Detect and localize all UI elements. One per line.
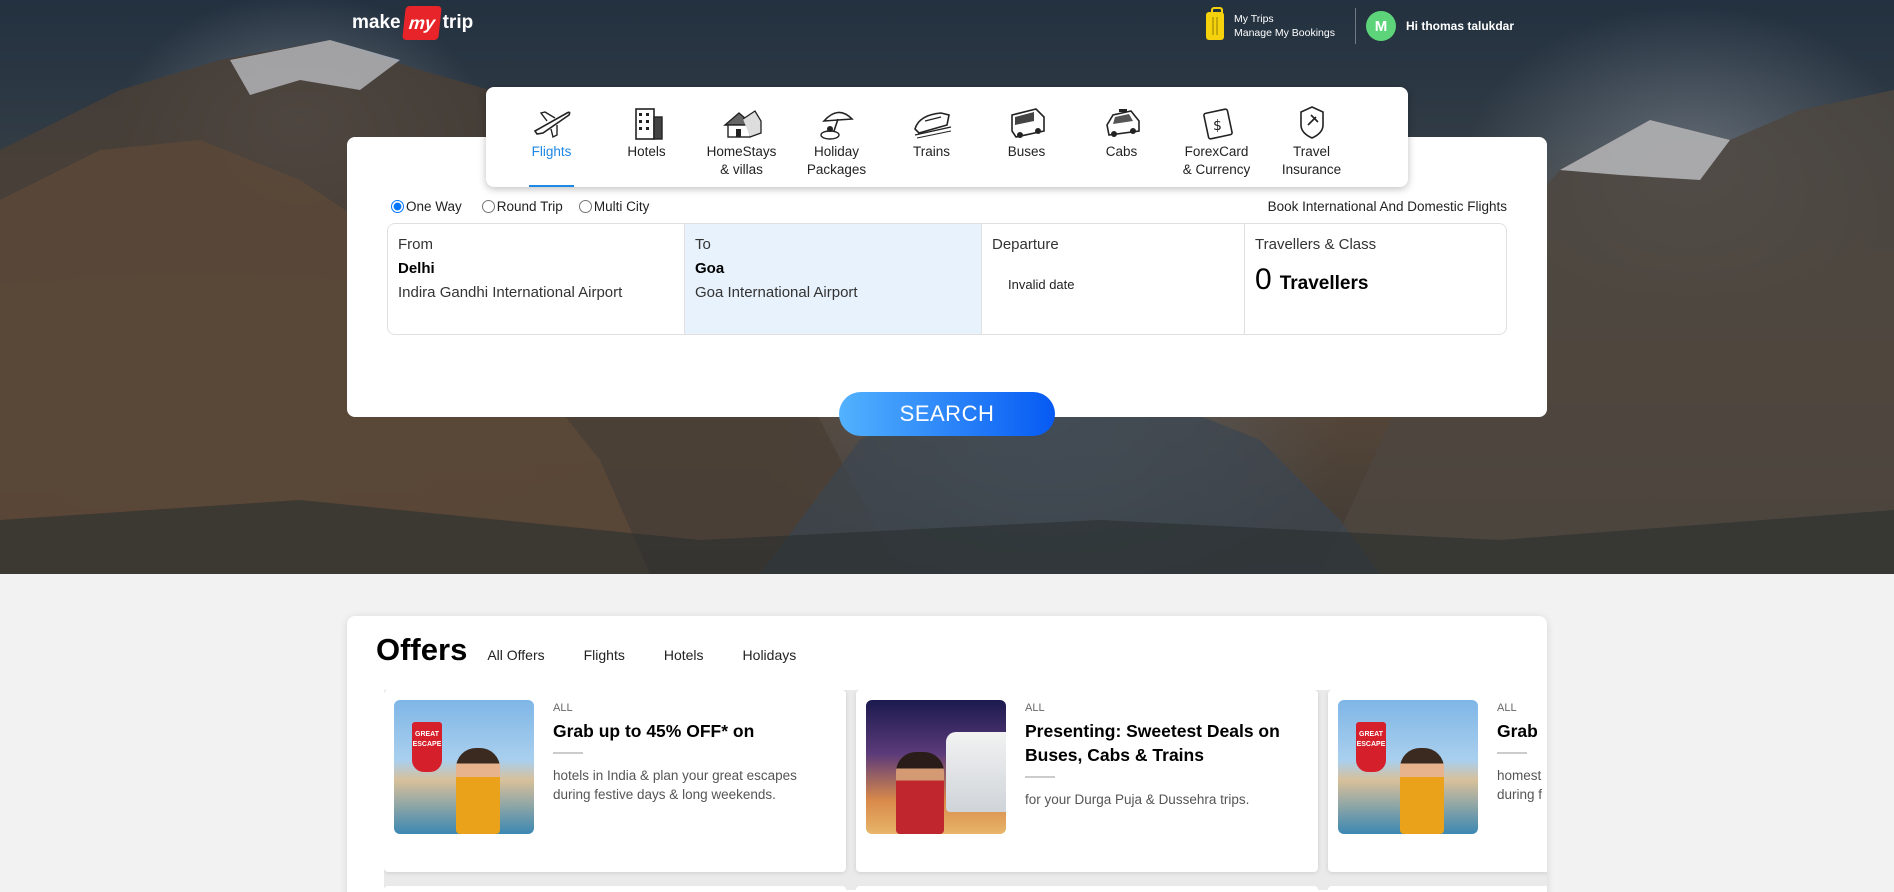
makemytrip-logo[interactable]: make my trip [352, 6, 473, 40]
search-fields: From Delhi Indira Gandhi International A… [387, 223, 1507, 335]
avatar: M [1365, 11, 1396, 41]
user-menu[interactable]: M Hi thomas talukdar [1365, 11, 1515, 41]
offer-title: Presenting: Sweetest Deals on Buses, Cab… [1025, 721, 1280, 765]
offer-tag: ALL [1025, 702, 1045, 714]
nav-holidays-label: Holiday Packages [806, 144, 867, 177]
forex-icon: $ [1202, 108, 1233, 140]
from-label: From [398, 236, 433, 253]
offer-card-next-row [384, 886, 846, 890]
offers-header: Offers All Offers Flights Hotels Holiday… [376, 632, 835, 668]
logo-trip-text: trip [442, 12, 474, 33]
logo-my-badge: my [401, 6, 442, 40]
bus-icon [1010, 108, 1045, 138]
offer-tag: ALL [1497, 702, 1517, 714]
nav-trains-label: Trains [912, 144, 950, 159]
offer-card-next-row [1328, 886, 1547, 890]
offer-title: Grab [1497, 721, 1538, 741]
svg-text:$: $ [1213, 118, 1222, 134]
my-trips-link[interactable]: My Trips Manage My Bookings [1206, 7, 1356, 44]
offer-card[interactable]: ALL Grab homest during f [1328, 690, 1547, 872]
offer-description: hotels in India & plan your great escape… [553, 768, 797, 802]
nav-homestays[interactable]: HomeStays & villas [694, 87, 789, 187]
great-escape-offer-image [394, 700, 534, 834]
round-trip-label: Round Trip [496, 199, 563, 214]
nav-flights[interactable]: Flights [504, 87, 599, 187]
nav-trains[interactable]: Trains [884, 87, 979, 187]
manage-bookings-label: Manage My Bookings [1234, 27, 1335, 39]
nav-forex[interactable]: $ ForexCard & Currency [1169, 87, 1264, 187]
nav-buses[interactable]: Buses [979, 87, 1074, 187]
nav-insurance-label: Travel Insurance [1281, 144, 1342, 177]
product-nav: Flights Hotels HomeStays & villas Holida… [486, 87, 1408, 187]
offers-section: Offers All Offers Flights Hotels Holiday… [347, 616, 1547, 892]
user-greeting: Hi thomas talukdar [1405, 19, 1515, 33]
hotel-icon [634, 108, 663, 140]
offer-divider [553, 752, 583, 754]
nav-hotels[interactable]: Hotels [599, 87, 694, 187]
nav-forex-label: ForexCard & Currency [1182, 144, 1251, 177]
offers-carousel[interactable]: ALL Grab up to 45% OFF* on hotels in Ind… [384, 690, 1547, 890]
multi-city-radio[interactable] [578, 200, 592, 213]
tab-hotels[interactable]: Hotels [664, 647, 704, 663]
offer-card-next-row [856, 886, 1318, 890]
from-field[interactable]: From Delhi Indira Gandhi International A… [388, 224, 685, 334]
tab-holidays[interactable]: Holidays [743, 647, 797, 663]
to-airport: Goa International Airport [695, 284, 858, 301]
suitcase-icon [1206, 7, 1224, 40]
to-field[interactable]: To Goa Goa International Airport [685, 224, 982, 334]
insurance-icon [1299, 106, 1324, 139]
offer-title: Grab up to 45% OFF* on [553, 721, 755, 741]
to-label: To [695, 236, 711, 253]
travellers-text: Travellers [1279, 273, 1369, 294]
nav-holidays[interactable]: Holiday Packages [789, 87, 884, 187]
book-international-note: Book International And Domestic Flights [1267, 199, 1507, 214]
bus-deals-offer-image [866, 700, 1006, 834]
search-button[interactable]: SEARCH [839, 392, 1055, 436]
one-way-label: One Way [406, 199, 462, 214]
holiday-icon [819, 111, 854, 140]
multi-city-label: Multi City [593, 199, 650, 214]
departure-value: Invalid date [1008, 277, 1075, 292]
round-trip-option[interactable]: Round Trip [481, 199, 563, 214]
offer-divider [1025, 776, 1055, 778]
tab-all-offers[interactable]: All Offers [487, 647, 544, 663]
travellers-field[interactable]: Travellers & Class 0 Travellers [1245, 224, 1506, 334]
nav-hotels-label: Hotels [627, 144, 666, 159]
multi-city-option[interactable]: Multi City [578, 199, 650, 214]
departure-label: Departure [992, 236, 1059, 253]
from-airport: Indira Gandhi International Airport [398, 284, 623, 301]
homestay-icon [722, 110, 762, 138]
offer-tag: ALL [553, 702, 573, 714]
nav-flights-label: Flights [531, 144, 572, 159]
travellers-count: 0 [1255, 263, 1272, 296]
offer-description: for your Durga Puja & Dussehra trips. [1025, 792, 1250, 807]
nav-buses-label: Buses [1007, 144, 1046, 159]
tab-flights[interactable]: Flights [584, 647, 625, 663]
offers-title: Offers [376, 632, 468, 667]
departure-field[interactable]: Departure Invalid date [982, 224, 1245, 334]
travellers-label: Travellers & Class [1255, 236, 1377, 253]
round-trip-radio[interactable] [481, 200, 495, 213]
trip-type-selector: One Way Round Trip Multi City [391, 199, 649, 214]
nav-cabs-label: Cabs [1105, 144, 1138, 159]
one-way-option[interactable]: One Way [391, 199, 462, 214]
offer-card[interactable]: ALL Presenting: Sweetest Deals on Buses,… [856, 690, 1318, 872]
from-city: Delhi [398, 260, 435, 277]
one-way-radio[interactable] [391, 200, 404, 213]
cab-icon [1105, 109, 1140, 137]
great-escape-offer-image [1338, 700, 1478, 834]
my-trips-label: My Trips [1234, 13, 1274, 25]
nav-homestays-label: HomeStays & villas [706, 144, 777, 177]
offer-divider [1497, 752, 1527, 754]
nav-insurance[interactable]: Travel Insurance [1264, 87, 1359, 187]
to-city: Goa [695, 260, 725, 277]
logo-make-text: make [352, 12, 401, 33]
nav-cabs[interactable]: Cabs [1074, 87, 1169, 187]
plane-icon [533, 111, 570, 139]
train-icon [913, 112, 951, 139]
offer-description: homest during f [1497, 768, 1543, 802]
header-account-area: My Trips Manage My Bookings M Hi thomas … [1206, 7, 1515, 44]
offer-card[interactable]: ALL Grab up to 45% OFF* on hotels in Ind… [384, 690, 846, 872]
